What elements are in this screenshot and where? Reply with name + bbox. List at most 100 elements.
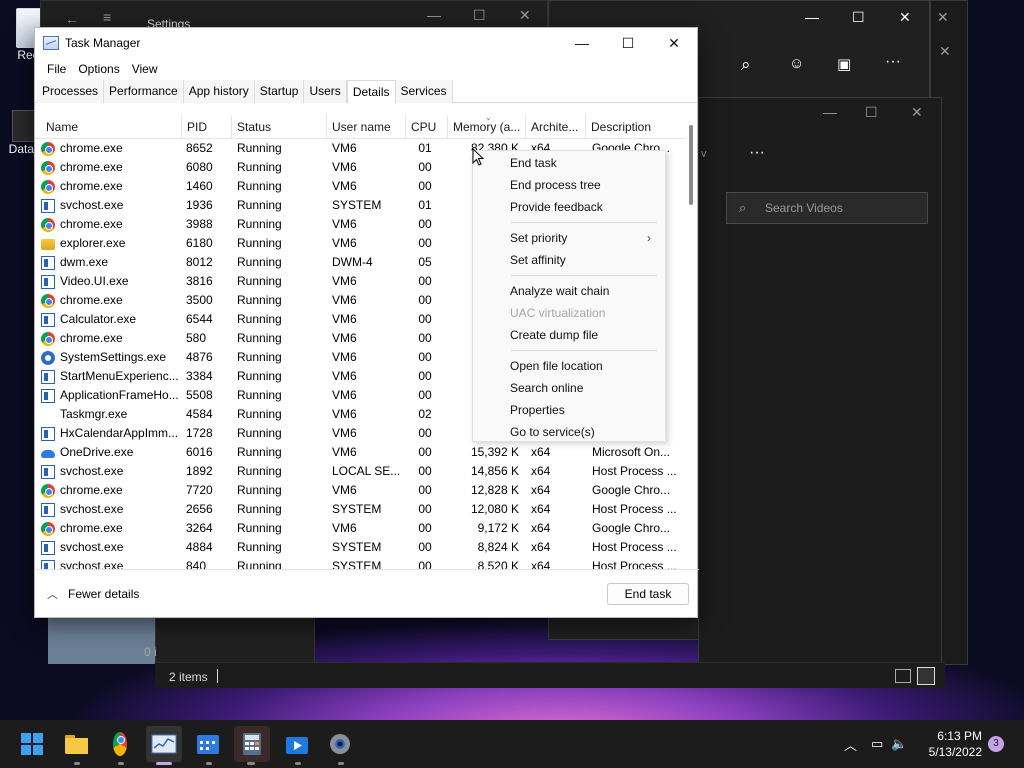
tab-details[interactable]: Details — [346, 80, 396, 104]
divider — [217, 669, 218, 683]
tab-services[interactable]: Services — [395, 80, 453, 103]
chrome-button[interactable] — [108, 732, 132, 756]
account-icon[interactable]: ☺ — [789, 55, 804, 72]
notification-badge[interactable]: 3 — [988, 736, 1004, 752]
file-explorer-button[interactable] — [64, 732, 88, 756]
minimize-icon[interactable]: — — [805, 9, 819, 25]
maximize-icon[interactable]: ☐ — [473, 7, 486, 24]
process-status: Running — [237, 236, 282, 250]
column-header-status[interactable]: Status — [232, 115, 327, 139]
process-pid: 580 — [186, 331, 207, 345]
menu-file[interactable]: File — [41, 62, 72, 76]
tab-startup[interactable]: Startup — [254, 80, 305, 103]
maximize-icon[interactable]: ☐ — [852, 9, 865, 26]
clock[interactable]: 6:13 PM 5/13/2022 — [929, 728, 982, 760]
tab-app-history[interactable]: App history — [183, 80, 255, 103]
process-user: VM6 — [332, 350, 357, 364]
vertical-scrollbar[interactable] — [687, 117, 695, 567]
more-options-icon[interactable]: ··· — [749, 144, 765, 162]
tab-performance[interactable]: Performance — [104, 80, 184, 103]
running-indicator — [338, 762, 344, 765]
task-manager-taskbar-button[interactable] — [146, 726, 182, 762]
menu-item-open-file-location[interactable]: Open file location — [510, 359, 603, 373]
menu-options[interactable]: Options — [72, 62, 125, 76]
process-status: Running — [237, 350, 282, 364]
menu-item-analyze-wait-chain[interactable]: Analyze wait chain — [510, 284, 609, 298]
process-pid: 4884 — [186, 540, 213, 554]
network-icon[interactable]: ▭ — [871, 736, 883, 752]
menu-item-create-dump-file[interactable]: Create dump file — [510, 328, 598, 342]
menu-item-properties[interactable]: Properties — [510, 403, 565, 417]
details-view-icon[interactable] — [895, 669, 911, 683]
submenu-arrow-icon: › — [647, 231, 651, 245]
table-row[interactable]: chrome.exe 3264 Running VM6 00 9,172 K x64 Goog… — [35, 519, 685, 538]
fewer-details-toggle[interactable]: ︿ Fewer details — [47, 586, 139, 602]
menu-view[interactable]: View — [126, 62, 164, 76]
menu-item-set-affinity[interactable]: Set affinity — [510, 253, 566, 267]
minimize-button[interactable]: — — [559, 28, 605, 58]
back-arrow-icon[interactable]: ← — [65, 11, 79, 27]
store-icon[interactable]: ▣ — [837, 55, 851, 73]
column-header-name[interactable]: Name — [41, 115, 182, 139]
process-architecture: x64 — [531, 445, 551, 459]
menu-item-go-to-services[interactable]: Go to service(s) — [510, 425, 595, 439]
process-cpu: 00 — [418, 445, 432, 459]
close-icon[interactable]: ✕ — [939, 43, 951, 60]
table-row[interactable]: svchost.exe 2656 Running SYSTEM 00 12,080 K x6… — [35, 500, 685, 519]
process-description: Microsoft On... — [592, 445, 671, 459]
close-icon[interactable]: ✕ — [519, 7, 531, 24]
more-options-icon[interactable]: ··· — [885, 53, 901, 71]
tab-users[interactable]: Users — [304, 80, 347, 103]
column-header-architecture[interactable]: Archite... — [526, 115, 586, 139]
menu-item-provide-feedback[interactable]: Provide feedback — [510, 200, 603, 214]
minimize-icon[interactable]: — — [823, 104, 837, 120]
maximize-button[interactable]: ☐ — [605, 28, 651, 58]
end-task-button[interactable]: End task — [607, 583, 689, 605]
minimize-icon[interactable]: — — [427, 7, 441, 23]
scrollbar-thumb[interactable] — [689, 125, 693, 205]
process-name-text: HxCalendarAppImm... — [60, 426, 179, 440]
chevron-up-icon[interactable]: ︿ — [844, 735, 857, 754]
start-button[interactable] — [20, 732, 44, 756]
column-header-user-name[interactable]: User name — [327, 115, 406, 139]
process-status: Running — [237, 293, 282, 307]
thumbnail-preview — [48, 618, 158, 664]
process-user: VM6 — [332, 236, 357, 250]
column-header-cpu[interactable]: CPU — [406, 115, 448, 139]
menu-item-set-priority[interactable]: Set priority — [510, 231, 567, 245]
menu-item-search-online[interactable]: Search online — [510, 381, 583, 395]
table-row[interactable]: OneDrive.exe 6016 Running VM6 00 15,392 K x64 M… — [35, 443, 685, 462]
title-bar[interactable]: Task Manager — ☐ ✕ — [35, 28, 697, 58]
close-icon[interactable]: ✕ — [911, 104, 923, 121]
explorer-window[interactable]: — ☐ ✕ ··· v — [698, 97, 942, 687]
settings-window[interactable]: ← ≡ Settings — ☐ ✕ — [40, 0, 548, 31]
process-pid: 3816 — [186, 274, 213, 288]
table-row[interactable]: svchost.exe 1892 Running LOCAL SE... 00 14,85… — [35, 462, 685, 481]
tiles-view-icon[interactable] — [917, 667, 935, 685]
chevron-down-icon[interactable]: v — [701, 148, 707, 160]
process-memory: 12,828 K — [470, 483, 519, 497]
close-icon[interactable]: ✕ — [899, 9, 911, 26]
close-icon[interactable]: ✕ — [937, 9, 949, 26]
tab-processes[interactable]: Processes — [37, 80, 105, 103]
calculator-button[interactable] — [234, 726, 270, 762]
running-indicator — [295, 762, 301, 765]
maximize-icon[interactable]: ☐ — [865, 104, 878, 121]
column-header-description[interactable]: Description — [586, 115, 685, 139]
table-row[interactable]: chrome.exe 7720 Running VM6 00 12,828 K x64 Goo… — [35, 481, 685, 500]
hamburger-menu-icon[interactable]: ≡ — [103, 9, 111, 25]
table-row[interactable]: svchost.exe 4884 Running SYSTEM 00 8,824 K x64… — [35, 538, 685, 557]
search-videos-input[interactable]: ⌕ Search Videos — [726, 192, 928, 224]
column-header-pid[interactable]: PID — [182, 115, 232, 139]
movies-tv-button[interactable] — [284, 732, 308, 756]
process-description: Google Chro... — [592, 521, 671, 535]
menu-item-end-task[interactable]: End task — [510, 156, 557, 170]
menu-item-end-process-tree[interactable]: End process tree — [510, 178, 601, 192]
close-button[interactable]: ✕ — [651, 28, 697, 58]
search-icon[interactable]: ⌕ — [741, 55, 751, 75]
volume-icon[interactable]: 🔈 — [891, 736, 907, 752]
settings-button[interactable] — [328, 732, 352, 756]
calendar-button[interactable] — [196, 732, 220, 756]
process-pid: 3988 — [186, 217, 213, 231]
movies-tv-icon — [286, 737, 308, 754]
